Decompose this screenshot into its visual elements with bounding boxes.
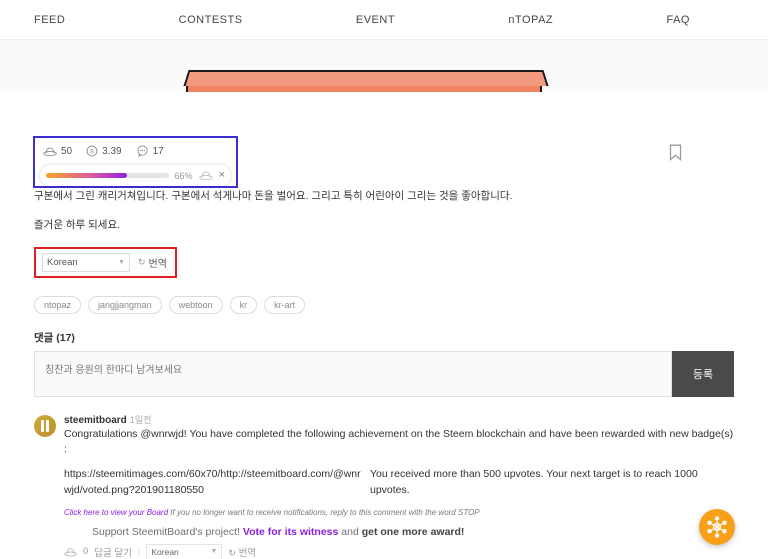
view-board-link[interactable]: Click here to view your Board [64,508,168,517]
comment-meta: steemitboard 1일전 [64,413,734,426]
comment-notice-line: Click here to view your Board If you no … [64,508,734,517]
post-body-paragraph-1: 구본에서 그린 캐리거쳐입니다. 구본에서 석게나마 돈을 벌어요. 그리고 특… [34,190,513,202]
top-navigation-bar: FEED CONTESTS EVENT nTOPAZ FAQ [0,0,768,40]
nav-item-faq[interactable]: FAQ [666,14,690,26]
comment-author[interactable]: steemitboard [64,415,127,426]
post-tags: ntopaz jangjjangman webtoon kr kr-art [34,295,734,314]
submit-comment-button[interactable]: 등록 [672,350,734,397]
nav-item-event[interactable]: EVENT [356,14,395,26]
comment-body: steemitboard 1일전 Congratulations @wnrwjd!… [64,413,734,559]
nav-item-ntopaz[interactable]: nTOPAZ [508,14,553,26]
nav-item-contests[interactable]: CONTESTS [179,14,243,26]
chevron-down-icon: ▼ [210,548,218,556]
comment-stat[interactable]: 17 [136,145,164,157]
tag-kr[interactable]: kr [229,295,258,314]
post-detail-page: 50 S 3.39 17 66% × 구본에서 그린 캐리거쳐입니다. 구본에서… [0,92,768,559]
comment-language-select[interactable]: Korean ▼ [146,543,223,559]
refresh-icon: ↻ [138,256,146,267]
support-line: Support SteemitBoard's project! Vote for… [92,526,734,538]
comment-badge-url[interactable]: https://steemitimages.com/60x70/http://s… [64,467,364,499]
comment-text: Congratulations @wnrwjd! You have comple… [64,427,734,499]
comment-badge-description: You received more than 500 upvotes. Your… [370,468,698,496]
tag-webtoon[interactable]: webtoon [168,295,223,314]
hat-icon-reply[interactable] [64,547,77,557]
post-stats-row: 50 S 3.39 17 [35,138,236,164]
close-slider-icon[interactable]: × [219,170,225,181]
upvote-stat[interactable]: 50 [43,146,72,157]
comment-translate-button[interactable]: ↻ 번역 [228,545,256,559]
payout-value: 3.39 [102,145,122,157]
refresh-icon: ↻ [228,547,236,558]
tag-kr-art[interactable]: kr-art [264,295,306,314]
dollar-circle-icon: S [86,145,98,157]
comment-paragraph-1: Congratulations @wnrwjd! You have comple… [64,427,734,456]
vote-slider-row: 66% × [40,165,231,186]
comment-language-value: Korean [151,546,179,557]
notice-rest-text: If you no longer want to receive notific… [170,507,480,517]
avatar[interactable] [34,414,56,437]
comment-vote-count: 0 [83,546,89,558]
svg-text:S: S [715,526,719,532]
post-stats-panel: 50 S 3.39 17 66% × [33,136,238,188]
bookmark-button[interactable] [669,144,682,166]
share-network-fab[interactable]: S [699,509,735,545]
action-divider: | [137,546,141,558]
support-prefix: Support SteemitBoard's project! [92,525,240,538]
support-mid: and [341,525,359,538]
translate-button[interactable]: ↻ 번역 [134,255,167,270]
comment-translate-label: 번역 [238,547,257,559]
chevron-down-icon: ▼ [118,258,125,266]
hat-icon [43,147,57,156]
language-select-value: Korean [47,256,78,268]
comment-input[interactable] [34,350,672,397]
comment-bubble-icon [137,145,148,157]
one-more-award-link[interactable]: get one more award! [362,526,465,538]
reply-button[interactable]: 답글 달기 [94,545,132,559]
vote-weight-slider-fill [46,173,127,178]
comment-action-row: 0 답글 달기 | Korean ▼ ↻ 번역 [64,543,734,559]
comments-header: 댓글 (17) [34,331,75,344]
translate-control-highlight: Korean ▼ ↻ 번역 [34,246,177,278]
comment-compose-row: 등록 [34,350,734,397]
tag-ntopaz[interactable]: ntopaz [34,295,82,314]
vote-weight-slider[interactable] [46,173,169,178]
artwork-shape [186,80,542,92]
post-body-paragraph-2: 즐거운 하루 되세요. [34,219,121,232]
payout-stat[interactable]: S 3.39 [86,145,122,157]
vote-weight-percent: 66% [174,170,193,181]
tag-jangjjangman[interactable]: jangjjangman [88,295,162,314]
upvote-count: 50 [61,145,73,157]
comment-timestamp: 1일전 [129,414,152,425]
post-artwork-image[interactable] [0,40,768,92]
svg-text:S: S [90,149,94,155]
hat-icon-slider[interactable] [198,170,213,181]
language-select[interactable]: Korean ▼ [42,252,130,272]
bookmark-icon [669,144,682,161]
vote-witness-link[interactable]: Vote for its witness [243,526,339,538]
translate-button-label: 번역 [148,258,167,270]
top-nav-items: FEED CONTESTS EVENT nTOPAZ FAQ [0,14,700,26]
nav-item-feed[interactable]: FEED [34,14,65,26]
comment-item: steemitboard 1일전 Congratulations @wnrwjd!… [34,413,734,559]
comment-count: 17 [152,145,164,157]
network-nodes-icon: S [707,516,727,538]
